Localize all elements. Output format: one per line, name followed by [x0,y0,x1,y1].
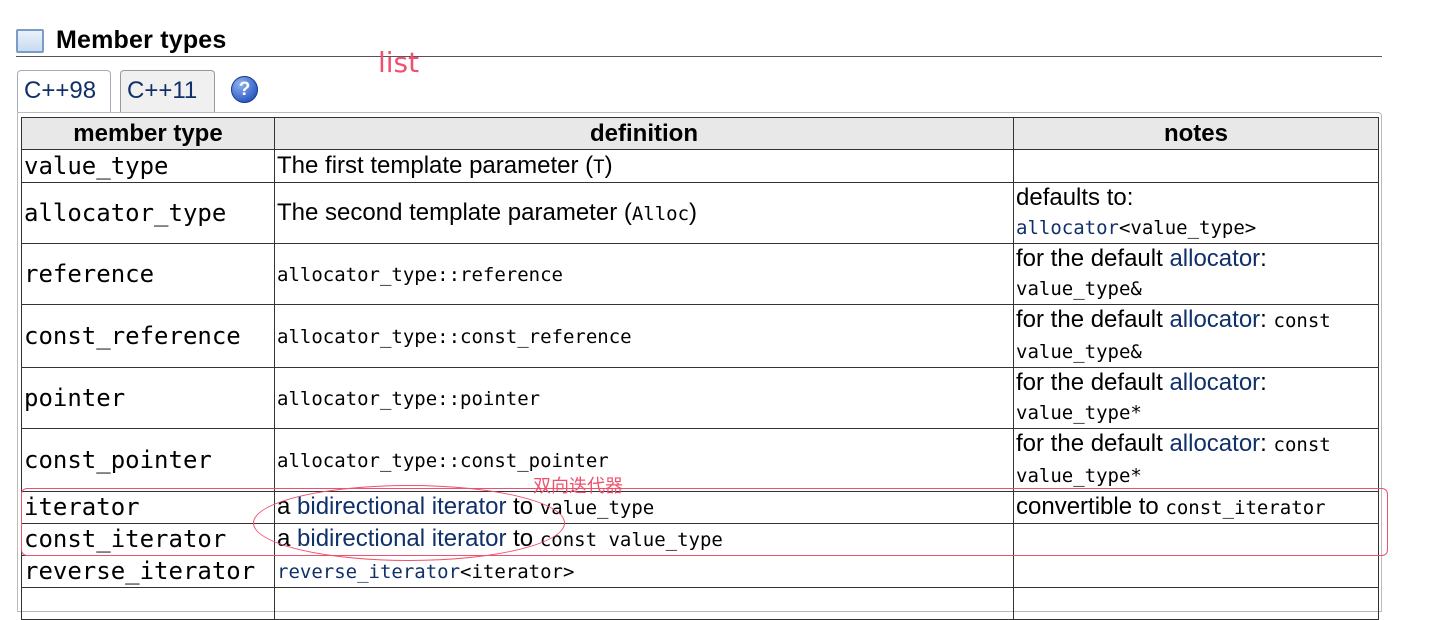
allocator-link[interactable]: allocator [1169,369,1260,396]
table-row: const_iterator a bidirectional iterator … [21,523,1379,556]
definition-cell: allocator_type::const_reference [274,304,1014,368]
table-row: pointer allocator_type::pointer for the … [21,367,1379,429]
allocator-link[interactable]: allocator [1169,245,1260,272]
member-types-table: member type definition notes value_type … [21,117,1379,620]
section-title: Member types [56,26,227,54]
notes-cell: for the default allocator: const value_t… [1013,428,1379,492]
member-name: pointer [21,367,275,429]
definition-cell: allocator_type::const_pointer [274,428,1014,492]
notes-cell [1013,523,1379,556]
member-name: reverse_iterator [21,555,275,588]
notes-cell: convertible to const_iterator [1013,491,1379,524]
definition-cell: a bidirectional iterator to value_type [274,491,1014,524]
column-header-notes: notes [1013,117,1379,150]
reverse-iterator-link[interactable]: reverse_iterator [277,561,460,583]
member-name: reference [21,243,275,305]
help-icon[interactable]: ? [231,76,258,103]
section-header: Member types [16,26,227,55]
member-name: value_type [21,149,275,183]
table-row: const_pointer allocator_type::const_poin… [21,428,1379,492]
notes-cell [1013,555,1379,588]
table-row [21,587,1379,620]
allocator-link[interactable]: allocator [1169,430,1260,457]
annotation-bidirectional-label: 双向迭代器 [533,476,623,497]
bidirectional-iterator-link[interactable]: bidirectional iterator [297,493,506,520]
definition-cell: reverse_iterator<iterator> [274,555,1014,588]
table-header-row: member type definition notes [21,117,1379,150]
table-row: allocator_type The second template param… [21,182,1379,244]
allocator-link[interactable]: allocator [1169,306,1260,333]
definition-cell: allocator_type::reference [274,243,1014,305]
definition-cell: a bidirectional iterator to const value_… [274,523,1014,556]
notes-cell [1013,149,1379,183]
column-header-member-type: member type [21,117,275,150]
table-row: iterator a bidirectional iterator to val… [21,491,1379,524]
header-divider [16,56,1382,57]
annotation-list-label: list [378,46,420,79]
member-name: const_pointer [21,428,275,492]
table-row: reference allocator_type::reference for … [21,243,1379,305]
member-name: allocator_type [21,182,275,244]
member-name: const_iterator [21,523,275,556]
member-name: iterator [21,491,275,524]
allocator-link[interactable]: allocator [1016,217,1119,239]
table-row: value_type The first template parameter … [21,149,1379,183]
notes-cell: for the default allocator: value_type* [1013,367,1379,429]
tab-cpp98[interactable]: C++98 [17,70,111,112]
bidirectional-iterator-link[interactable]: bidirectional iterator [297,525,506,552]
member-name: const_reference [21,304,275,368]
section-toggle-icon[interactable] [16,28,44,53]
definition-cell: The second template parameter (Alloc) [274,182,1014,244]
notes-cell: for the default allocator: const value_t… [1013,304,1379,368]
definition-cell: The first template parameter (T) [274,149,1014,183]
notes-cell: defaults to: allocator<value_type> [1013,182,1379,244]
table-row: reverse_iterator reverse_iterator<iterat… [21,555,1379,588]
definition-cell: allocator_type::pointer [274,367,1014,429]
tab-cpp11[interactable]: C++11 [120,70,215,112]
column-header-definition: definition [274,117,1014,150]
table-row: const_reference allocator_type::const_re… [21,304,1379,368]
notes-cell: for the default allocator: value_type& [1013,243,1379,305]
